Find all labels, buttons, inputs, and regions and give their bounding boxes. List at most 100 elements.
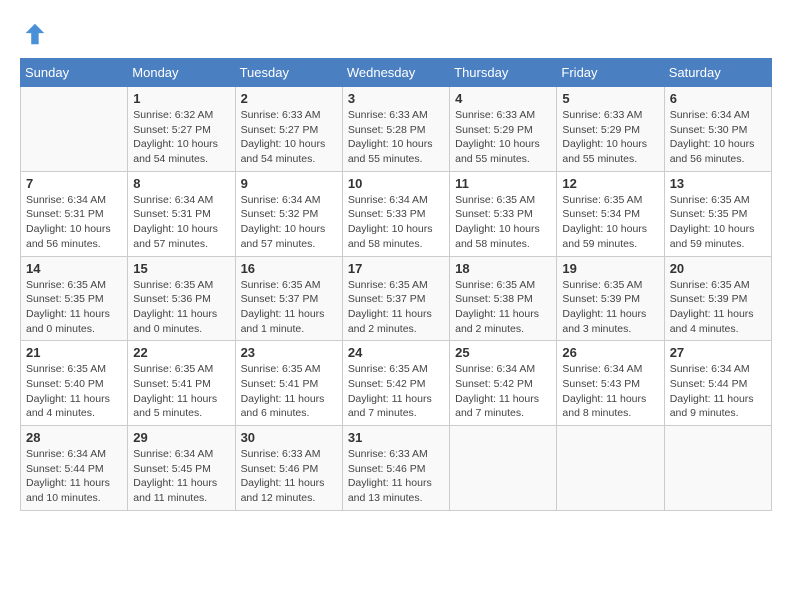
day-number: 8 <box>133 176 229 191</box>
day-cell: 20 Sunrise: 6:35 AMSunset: 5:39 PMDayligh… <box>664 256 771 341</box>
day-number: 19 <box>562 261 658 276</box>
day-info: Sunrise: 6:35 AMSunset: 5:37 PMDaylight:… <box>241 278 337 337</box>
day-cell: 7 Sunrise: 6:34 AMSunset: 5:31 PMDaylight… <box>21 171 128 256</box>
day-info: Sunrise: 6:33 AMSunset: 5:29 PMDaylight:… <box>562 108 658 167</box>
day-info: Sunrise: 6:35 AMSunset: 5:39 PMDaylight:… <box>562 278 658 337</box>
day-cell <box>557 426 664 511</box>
logo-icon <box>20 20 48 48</box>
day-cell: 18Sunrise: 6:35 AMSunset: 5:38 PMDayligh… <box>450 256 557 341</box>
day-cell: 8 Sunrise: 6:34 AMSunset: 5:31 PMDaylight… <box>128 171 235 256</box>
day-cell: 31 Sunrise: 6:33 AMSunset: 5:46 PMDayligh… <box>342 426 449 511</box>
day-info: Sunrise: 6:35 AMSunset: 5:37 PMDaylight:… <box>348 278 444 337</box>
day-info: Sunrise: 6:35 AMSunset: 5:40 PMDaylight:… <box>26 362 122 421</box>
day-cell: 6 Sunrise: 6:34 AMSunset: 5:30 PMDaylight… <box>664 87 771 172</box>
day-cell: 28 Sunrise: 6:34 AMSunset: 5:44 PMDayligh… <box>21 426 128 511</box>
day-number: 25 <box>455 345 551 360</box>
day-info: Sunrise: 6:32 AMSunset: 5:27 PMDaylight:… <box>133 108 229 167</box>
weekday-header-friday: Friday <box>557 59 664 87</box>
day-number: 15 <box>133 261 229 276</box>
day-info: Sunrise: 6:35 AMSunset: 5:36 PMDaylight:… <box>133 278 229 337</box>
day-info: Sunrise: 6:34 AMSunset: 5:42 PMDaylight:… <box>455 362 551 421</box>
day-info: Sunrise: 6:34 AMSunset: 5:32 PMDaylight:… <box>241 193 337 252</box>
day-cell: 29Sunrise: 6:34 AMSunset: 5:45 PMDayligh… <box>128 426 235 511</box>
week-row-5: 28 Sunrise: 6:34 AMSunset: 5:44 PMDayligh… <box>21 426 772 511</box>
day-number: 17 <box>348 261 444 276</box>
day-cell: 10Sunrise: 6:34 AMSunset: 5:33 PMDayligh… <box>342 171 449 256</box>
day-info: Sunrise: 6:34 AMSunset: 5:31 PMDaylight:… <box>26 193 122 252</box>
day-cell <box>664 426 771 511</box>
day-cell: 27 Sunrise: 6:34 AMSunset: 5:44 PMDayligh… <box>664 341 771 426</box>
day-number: 4 <box>455 91 551 106</box>
day-number: 3 <box>348 91 444 106</box>
day-cell: 4Sunrise: 6:33 AMSunset: 5:29 PMDaylight… <box>450 87 557 172</box>
weekday-header-thursday: Thursday <box>450 59 557 87</box>
day-number: 31 <box>348 430 444 445</box>
day-info: Sunrise: 6:34 AMSunset: 5:30 PMDaylight:… <box>670 108 766 167</box>
day-cell: 14 Sunrise: 6:35 AMSunset: 5:35 PMDayligh… <box>21 256 128 341</box>
day-number: 11 <box>455 176 551 191</box>
day-number: 23 <box>241 345 337 360</box>
day-info: Sunrise: 6:34 AMSunset: 5:31 PMDaylight:… <box>133 193 229 252</box>
day-info: Sunrise: 6:35 AMSunset: 5:42 PMDaylight:… <box>348 362 444 421</box>
day-cell: 11 Sunrise: 6:35 AMSunset: 5:33 PMDayligh… <box>450 171 557 256</box>
day-number: 20 <box>670 261 766 276</box>
day-cell <box>450 426 557 511</box>
day-info: Sunrise: 6:35 AMSunset: 5:38 PMDaylight:… <box>455 278 551 337</box>
day-cell: 2Sunrise: 6:33 AMSunset: 5:27 PMDaylight… <box>235 87 342 172</box>
weekday-header-wednesday: Wednesday <box>342 59 449 87</box>
day-number: 12 <box>562 176 658 191</box>
day-number: 16 <box>241 261 337 276</box>
week-row-2: 7 Sunrise: 6:34 AMSunset: 5:31 PMDaylight… <box>21 171 772 256</box>
day-cell: 24 Sunrise: 6:35 AMSunset: 5:42 PMDayligh… <box>342 341 449 426</box>
day-cell: 22 Sunrise: 6:35 AMSunset: 5:41 PMDayligh… <box>128 341 235 426</box>
weekday-header-tuesday: Tuesday <box>235 59 342 87</box>
calendar-table: SundayMondayTuesdayWednesdayThursdayFrid… <box>20 58 772 511</box>
weekday-header-saturday: Saturday <box>664 59 771 87</box>
day-number: 7 <box>26 176 122 191</box>
day-cell: 25 Sunrise: 6:34 AMSunset: 5:42 PMDayligh… <box>450 341 557 426</box>
day-number: 22 <box>133 345 229 360</box>
page-header <box>20 20 772 48</box>
day-number: 13 <box>670 176 766 191</box>
day-number: 10 <box>348 176 444 191</box>
day-cell: 30Sunrise: 6:33 AMSunset: 5:46 PMDayligh… <box>235 426 342 511</box>
day-number: 2 <box>241 91 337 106</box>
day-cell: 21 Sunrise: 6:35 AMSunset: 5:40 PMDayligh… <box>21 341 128 426</box>
day-number: 27 <box>670 345 766 360</box>
day-info: Sunrise: 6:34 AMSunset: 5:43 PMDaylight:… <box>562 362 658 421</box>
day-info: Sunrise: 6:35 AMSunset: 5:34 PMDaylight:… <box>562 193 658 252</box>
day-cell: 1 Sunrise: 6:32 AMSunset: 5:27 PMDaylight… <box>128 87 235 172</box>
day-number: 5 <box>562 91 658 106</box>
week-row-4: 21 Sunrise: 6:35 AMSunset: 5:40 PMDayligh… <box>21 341 772 426</box>
day-info: Sunrise: 6:35 AMSunset: 5:35 PMDaylight:… <box>670 193 766 252</box>
week-row-3: 14 Sunrise: 6:35 AMSunset: 5:35 PMDayligh… <box>21 256 772 341</box>
day-info: Sunrise: 6:35 AMSunset: 5:39 PMDaylight:… <box>670 278 766 337</box>
day-number: 21 <box>26 345 122 360</box>
weekday-header-sunday: Sunday <box>21 59 128 87</box>
day-info: Sunrise: 6:35 AMSunset: 5:33 PMDaylight:… <box>455 193 551 252</box>
day-info: Sunrise: 6:33 AMSunset: 5:46 PMDaylight:… <box>241 447 337 506</box>
week-row-1: 1 Sunrise: 6:32 AMSunset: 5:27 PMDaylight… <box>21 87 772 172</box>
day-number: 6 <box>670 91 766 106</box>
day-cell: 23Sunrise: 6:35 AMSunset: 5:41 PMDayligh… <box>235 341 342 426</box>
day-info: Sunrise: 6:34 AMSunset: 5:44 PMDaylight:… <box>26 447 122 506</box>
day-info: Sunrise: 6:35 AMSunset: 5:41 PMDaylight:… <box>133 362 229 421</box>
day-cell: 17 Sunrise: 6:35 AMSunset: 5:37 PMDayligh… <box>342 256 449 341</box>
day-info: Sunrise: 6:34 AMSunset: 5:44 PMDaylight:… <box>670 362 766 421</box>
day-cell: 5 Sunrise: 6:33 AMSunset: 5:29 PMDaylight… <box>557 87 664 172</box>
logo <box>20 20 52 48</box>
day-number: 24 <box>348 345 444 360</box>
day-number: 28 <box>26 430 122 445</box>
day-number: 9 <box>241 176 337 191</box>
day-cell: 9 Sunrise: 6:34 AMSunset: 5:32 PMDaylight… <box>235 171 342 256</box>
day-cell: 3 Sunrise: 6:33 AMSunset: 5:28 PMDaylight… <box>342 87 449 172</box>
day-number: 14 <box>26 261 122 276</box>
day-number: 1 <box>133 91 229 106</box>
day-number: 26 <box>562 345 658 360</box>
day-cell: 15 Sunrise: 6:35 AMSunset: 5:36 PMDayligh… <box>128 256 235 341</box>
day-cell: 12 Sunrise: 6:35 AMSunset: 5:34 PMDayligh… <box>557 171 664 256</box>
day-info: Sunrise: 6:33 AMSunset: 5:28 PMDaylight:… <box>348 108 444 167</box>
day-info: Sunrise: 6:35 AMSunset: 5:35 PMDaylight:… <box>26 278 122 337</box>
day-info: Sunrise: 6:33 AMSunset: 5:46 PMDaylight:… <box>348 447 444 506</box>
day-number: 29 <box>133 430 229 445</box>
